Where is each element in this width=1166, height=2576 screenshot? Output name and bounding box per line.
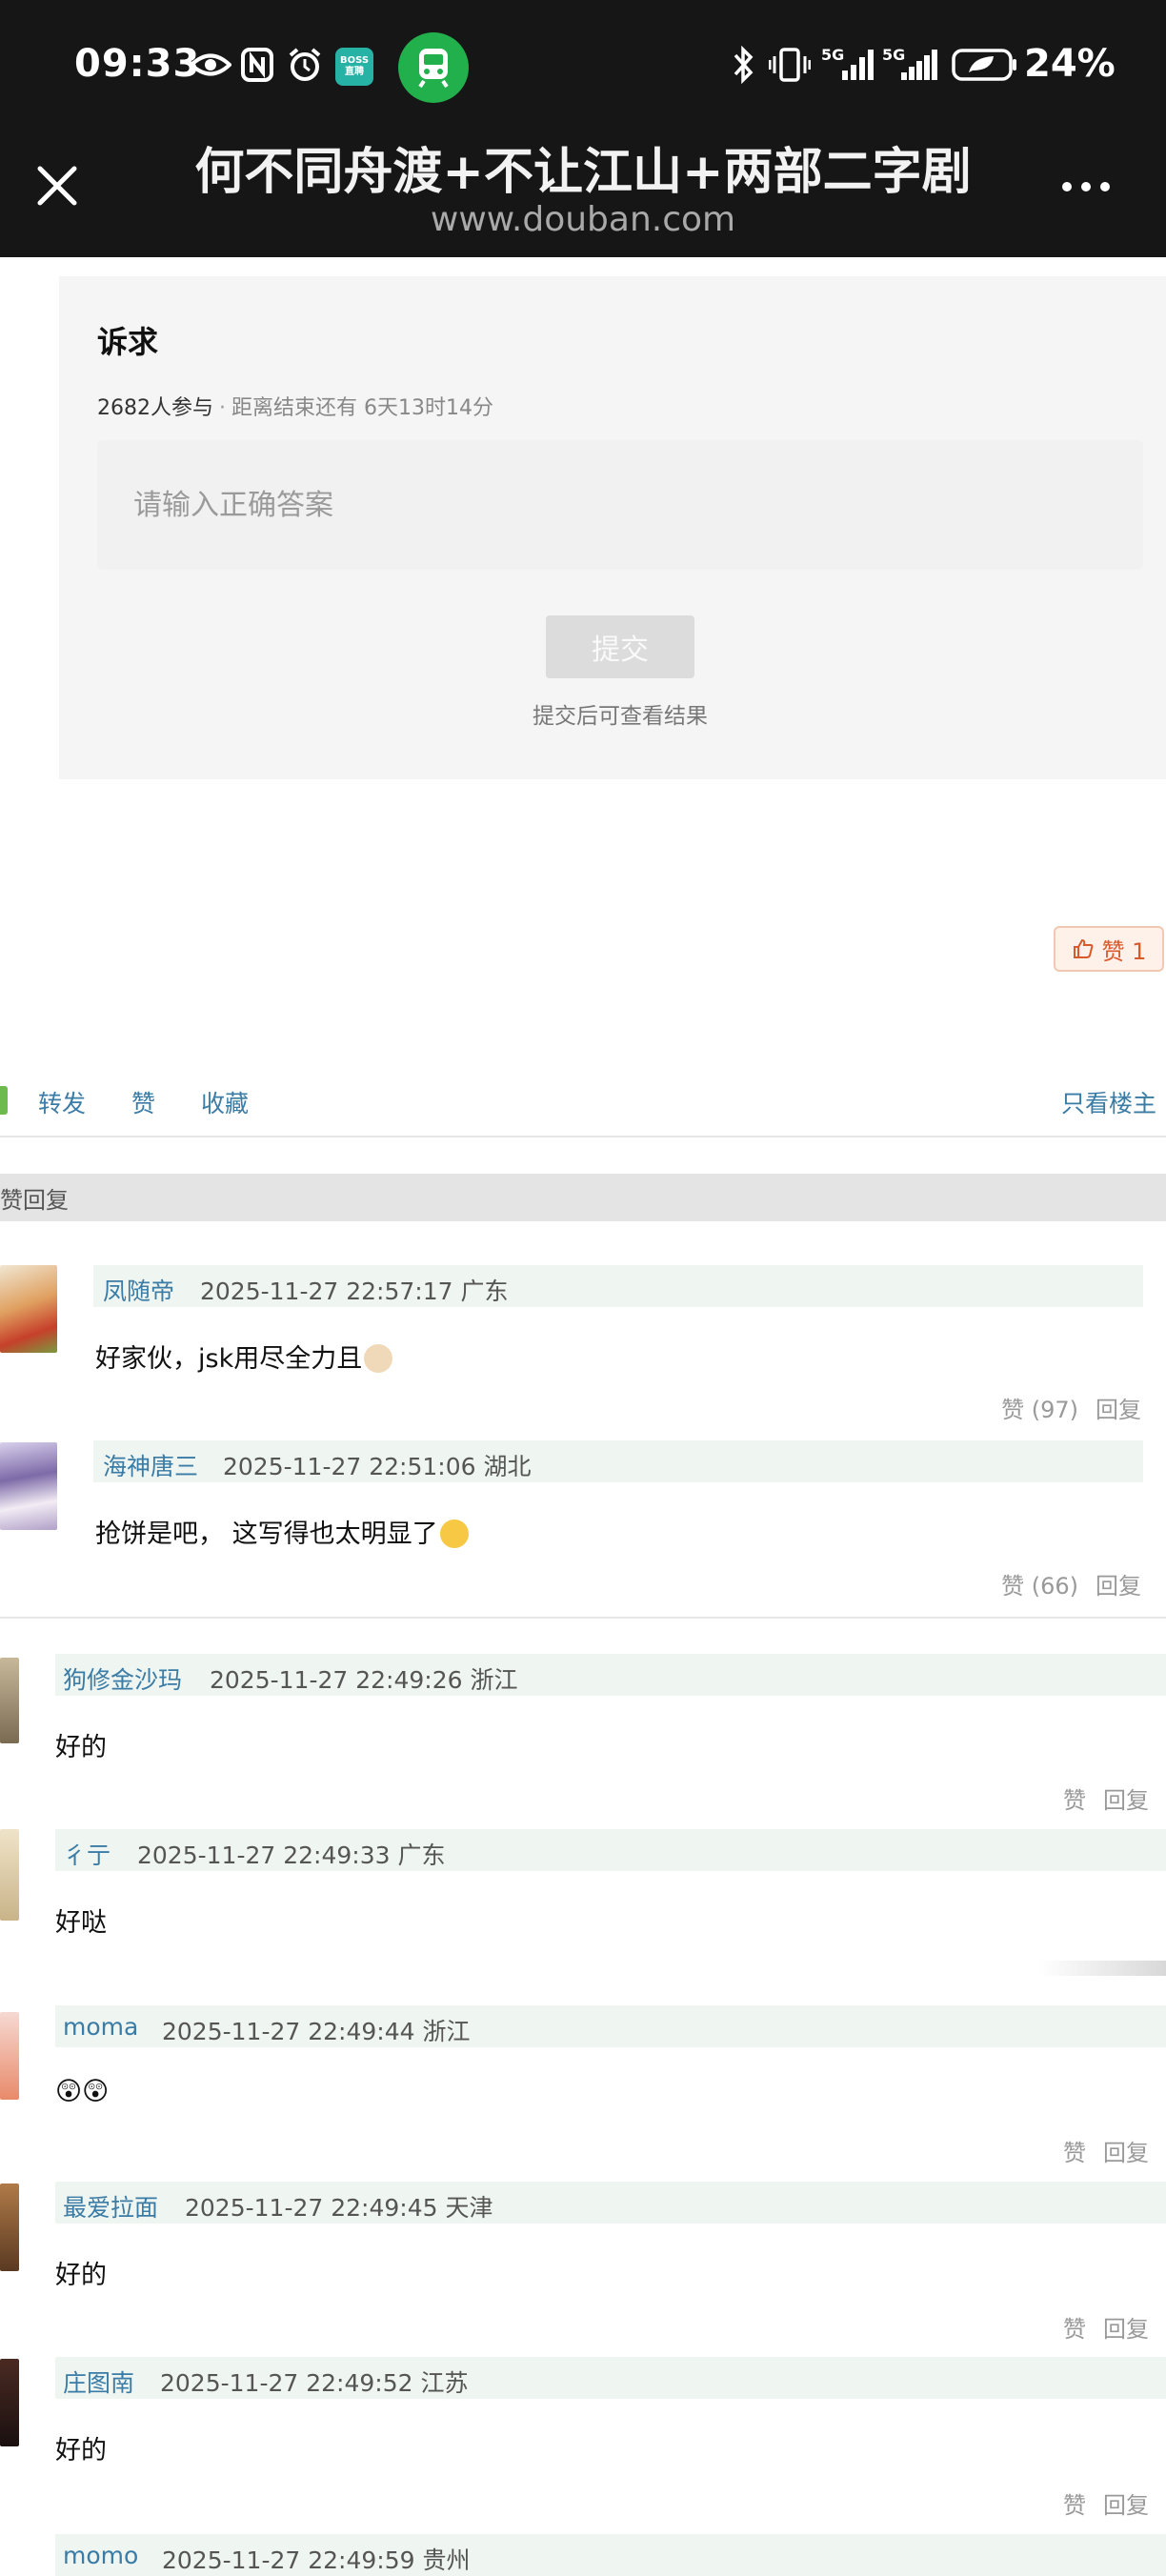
vibrate-icon	[768, 46, 812, 84]
comment-author[interactable]: 狗修金沙玛	[63, 1661, 182, 1696]
boss-app-icon: BOSS直聘	[335, 48, 373, 86]
comment-author[interactable]: 彳亍	[63, 1837, 111, 1871]
like-link[interactable]: 赞	[131, 1085, 155, 1119]
answer-input[interactable]	[97, 440, 1143, 570]
section-header: 赞回复	[0, 1174, 1166, 1221]
collect-link[interactable]: 收藏	[201, 1085, 249, 1119]
emoji-icon	[439, 1519, 469, 1548]
submit-button[interactable]: 提交	[546, 615, 694, 678]
accent-marker	[0, 1086, 8, 1115]
comment-meta: 海神唐三 2025-11-27 22:51:06 湖北	[93, 1440, 1143, 1482]
comment-meta: 最爱拉面 2025-11-27 22:49:45 天津	[55, 2182, 1166, 2224]
close-icon[interactable]	[29, 157, 86, 214]
comment-author[interactable]: momo	[63, 2542, 138, 2569]
comment-text: 好的	[55, 1733, 107, 1762]
comment-like-button[interactable]: 赞	[1063, 1787, 1086, 1814]
comment-text: 好的	[55, 2436, 107, 2465]
comment-author[interactable]: 最爱拉面	[63, 2189, 158, 2224]
loading-indicator	[1038, 1961, 1166, 1976]
bluetooth-icon	[730, 46, 756, 84]
comment-reply-button[interactable]: 回复	[1096, 1397, 1141, 1423]
comment-time: 2025-11-27 22:49:26 浙江	[210, 1666, 518, 1694]
thumbs-up-icon	[1073, 938, 1093, 958]
avatar[interactable]	[0, 1658, 19, 1743]
avatar[interactable]	[0, 2012, 19, 2100]
like-badge[interactable]: 赞 1	[1054, 926, 1164, 972]
train-icon[interactable]	[398, 32, 469, 103]
comment-like-button[interactable]: 赞 (97)	[1001, 1397, 1078, 1423]
status-bar: 09:33 BOSS直聘 5G 5G 24%	[0, 0, 1166, 133]
quiz-title: 诉求	[97, 324, 159, 360]
comment-time: 2025-11-27 22:57:17 广东	[200, 1278, 509, 1305]
participants-count: 2682人参与	[97, 396, 213, 420]
comment-time: 2025-11-27 22:49:52 江苏	[160, 2369, 469, 2397]
emoji-icon	[364, 1344, 393, 1373]
avatar[interactable]	[0, 1265, 57, 1353]
alarm-icon	[286, 46, 324, 84]
comment-actions: 赞回复	[1063, 2134, 1149, 2167]
avatar[interactable]	[0, 1829, 19, 1921]
comment-actions: 赞回复	[1063, 2486, 1149, 2520]
comment-text: 好哒	[55, 1908, 107, 1938]
eye-icon	[189, 46, 232, 84]
comment-author[interactable]: 海神唐三	[103, 1448, 198, 1482]
comment-author[interactable]: moma	[63, 2013, 138, 2041]
divider	[0, 1617, 1166, 1619]
more-icon[interactable]	[1048, 168, 1124, 206]
comment-meta: 狗修金沙玛 2025-11-27 22:49:26 浙江	[55, 1654, 1166, 1696]
quiz-meta: 2682人参与 · 距离结束还有 6天13时14分	[97, 396, 493, 420]
comment-meta: moma 2025-11-27 22:49:44 浙江	[55, 2005, 1166, 2047]
battery-level: 24%	[1024, 42, 1116, 86]
comment-like-button[interactable]: 赞	[1063, 2140, 1086, 2166]
comment-time: 2025-11-27 22:49:59 贵州	[162, 2546, 471, 2574]
avatar[interactable]	[0, 2359, 19, 2446]
comment-actions: 赞 (66) 回复	[984, 1567, 1141, 1600]
avatar[interactable]	[0, 2184, 19, 2271]
avatar[interactable]	[0, 1442, 57, 1530]
forward-link[interactable]: 转发	[38, 1085, 86, 1119]
comment-text: 好的	[55, 2261, 107, 2290]
comment-like-button[interactable]: 赞	[1063, 2316, 1086, 2343]
top-bar: 09:33 BOSS直聘 5G 5G 24% 何不同舟渡+不让江山+两部二字剧 …	[0, 0, 1166, 257]
comment-like-button[interactable]: 赞	[1063, 2492, 1086, 2519]
comment-text: 😲😲	[55, 2077, 110, 2106]
comment-like-button[interactable]: 赞 (66)	[1001, 1573, 1078, 1600]
comment-meta: 庄图南 2025-11-27 22:49:52 江苏	[55, 2357, 1166, 2399]
comment-time: 2025-11-27 22:49:45 天津	[185, 2194, 493, 2222]
comment-author[interactable]: 凤随帝	[103, 1273, 174, 1307]
comment-actions: 赞回复	[1063, 2310, 1149, 2344]
comment-author[interactable]: 庄图南	[63, 2365, 134, 2399]
nfc-icon	[240, 46, 274, 84]
signal-icon	[899, 46, 941, 84]
page-title: 何不同舟渡+不让江山+两部二字剧	[194, 144, 972, 201]
op-only-link[interactable]: 只看楼主	[1061, 1085, 1156, 1119]
battery-icon	[951, 46, 1019, 84]
status-time: 09:33	[74, 42, 201, 86]
comment-text: 好家伙，jsk用尽全力且	[95, 1338, 393, 1375]
comment-reply-button[interactable]: 回复	[1103, 1787, 1149, 1814]
comment-actions: 赞回复	[1063, 1781, 1149, 1815]
comment-meta: momo 2025-11-27 22:49:59 贵州	[55, 2534, 1166, 2576]
comment-time: 2025-11-27 22:49:44 浙江	[162, 2018, 471, 2045]
comment-text: 抢饼是吧， 这写得也太明显了	[95, 1513, 469, 1550]
deadline-text: 距离结束还有 6天13时14分	[231, 396, 493, 420]
comment-meta: 凤随帝 2025-11-27 22:57:17 广东	[93, 1265, 1143, 1307]
comment-reply-button[interactable]: 回复	[1103, 2492, 1149, 2519]
submit-note: 提交后可查看结果	[533, 704, 708, 729]
signal-icon	[838, 46, 876, 84]
comment-meta: 彳亍 2025-11-27 22:49:33 广东	[55, 1829, 1166, 1871]
comment-reply-button[interactable]: 回复	[1103, 2316, 1149, 2343]
divider	[0, 1136, 1166, 1137]
section-label: 赞回复	[0, 1187, 69, 1214]
comment-actions: 赞 (97) 回复	[984, 1391, 1141, 1424]
comment-time: 2025-11-27 22:51:06 湖北	[223, 1453, 532, 1480]
page-domain: www.douban.com	[430, 200, 736, 239]
comment-time: 2025-11-27 22:49:33 广东	[137, 1841, 446, 1869]
comment-reply-button[interactable]: 回复	[1096, 1573, 1141, 1600]
comment-reply-button[interactable]: 回复	[1103, 2140, 1149, 2166]
